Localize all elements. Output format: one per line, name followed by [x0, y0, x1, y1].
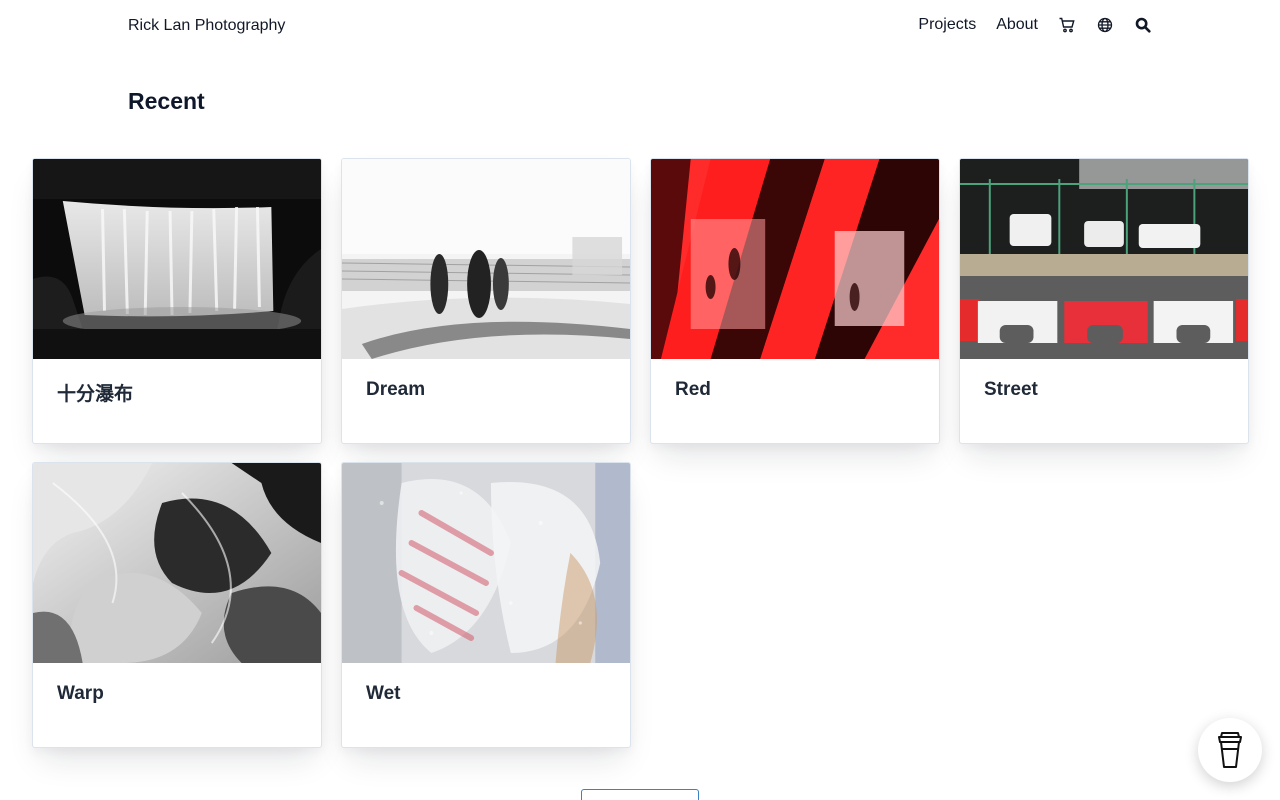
blurred-figures-photo	[342, 159, 630, 359]
project-card[interactable]: Red	[650, 158, 940, 444]
nav-about-link[interactable]: About	[996, 16, 1038, 34]
buy-me-a-coffee-button[interactable]	[1198, 718, 1262, 782]
main-nav: Projects About	[918, 16, 1152, 34]
globe-icon[interactable]	[1096, 16, 1114, 34]
cart-icon[interactable]	[1058, 16, 1076, 34]
street-barriers-photo	[960, 159, 1248, 359]
project-title: Warp	[57, 683, 104, 704]
waterfall-photo	[33, 159, 321, 359]
load-more-button[interactable]	[581, 789, 699, 800]
project-card[interactable]: Street	[959, 158, 1249, 444]
site-brand-link[interactable]: Rick Lan Photography	[128, 17, 285, 35]
project-card[interactable]: Warp	[32, 462, 322, 748]
project-card[interactable]: Wet	[341, 462, 631, 748]
project-title: Dream	[366, 379, 426, 400]
warped-abstract-photo	[33, 463, 321, 663]
nav-projects-link[interactable]: Projects	[918, 16, 976, 34]
section-title: Recent	[128, 88, 205, 114]
project-title: Wet	[366, 683, 401, 704]
red-light-photo	[651, 159, 939, 359]
project-card[interactable]: Dream	[341, 158, 631, 444]
project-title: 十分瀑布	[57, 384, 134, 405]
project-title: Red	[675, 379, 711, 400]
top-navbar: Rick Lan Photography Projects About	[0, 0, 1280, 54]
wet-glass-photo	[342, 463, 630, 663]
search-icon[interactable]	[1134, 16, 1152, 34]
project-title: Street	[984, 379, 1038, 400]
project-card[interactable]: 十分瀑布	[32, 158, 322, 444]
coffee-cup-icon	[1218, 732, 1242, 768]
